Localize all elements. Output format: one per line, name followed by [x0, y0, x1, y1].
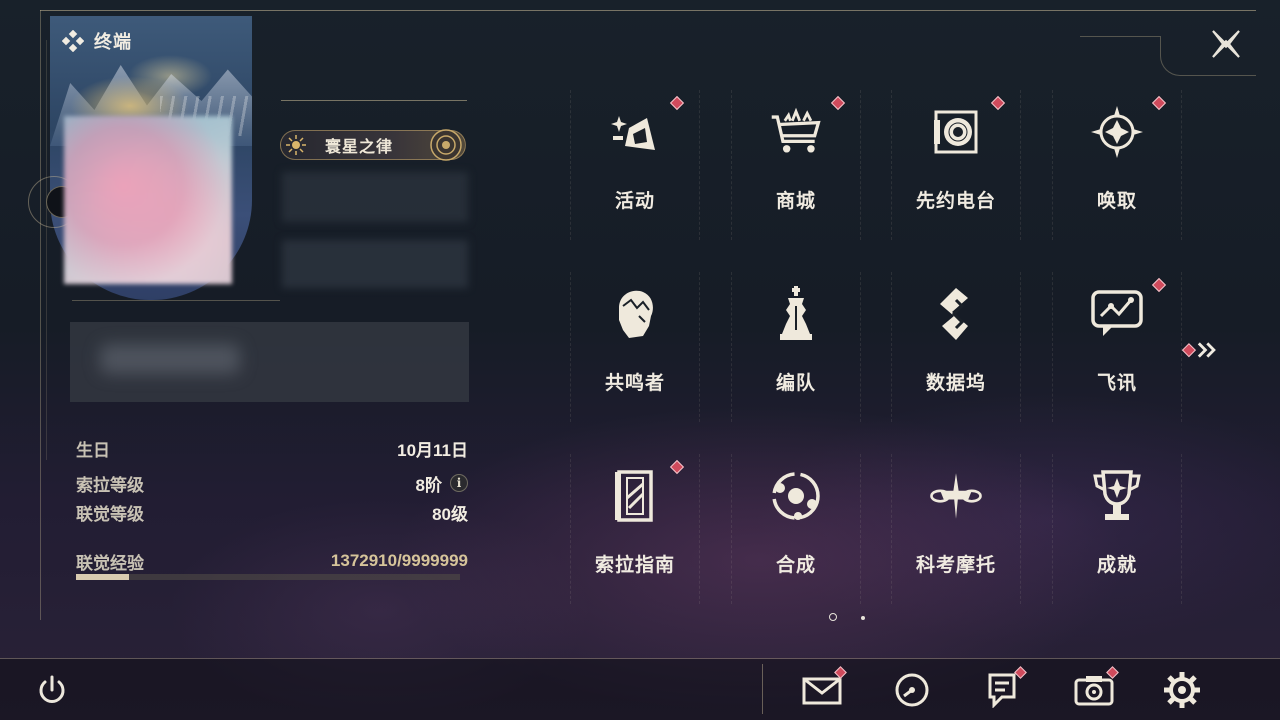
- terminal-diamond-icon: [62, 30, 84, 52]
- menu-tile-11[interactable]: 科考摩托: [891, 454, 1021, 604]
- tile-frame: [570, 454, 700, 604]
- power-icon: [39, 675, 65, 703]
- stat-value: 10月11日: [397, 440, 468, 460]
- menu-tile-4[interactable]: 唤取: [1052, 90, 1182, 240]
- stat-value: 80级: [432, 504, 468, 524]
- menu-tile-3[interactable]: 先约电台: [891, 90, 1021, 240]
- page-header: 终端: [62, 28, 132, 54]
- power-button[interactable]: [30, 668, 74, 712]
- double-chevron-right-icon: [1197, 342, 1216, 358]
- camera-button[interactable]: [1072, 666, 1119, 712]
- pager-dot[interactable]: [861, 616, 865, 620]
- exp-progress-bar: [76, 574, 460, 580]
- bottom-separator: [0, 658, 1280, 659]
- menu-tile-2[interactable]: 商城: [731, 90, 861, 240]
- menu-tile-7[interactable]: 数据坞: [891, 272, 1021, 422]
- camera-icon: [1074, 674, 1114, 706]
- divider: [281, 100, 467, 101]
- exp-progress-fill: [76, 574, 129, 580]
- clock-icon: [894, 672, 930, 708]
- tile-frame: [1052, 454, 1182, 604]
- stat-sola-level: 索拉等级 8阶 i: [76, 470, 468, 496]
- exp-value: 1372910/9999999: [330, 551, 468, 570]
- stat-label: 联觉经验: [76, 553, 144, 573]
- close-icon: [1212, 30, 1240, 58]
- title-badge[interactable]: 寰星之律: [280, 129, 466, 161]
- player-name-redacted: [282, 172, 468, 222]
- stat-value: 8阶: [415, 475, 442, 495]
- menu-tile-12[interactable]: 成就: [1052, 454, 1182, 604]
- tile-frame: [731, 454, 861, 604]
- pager-dot-active[interactable]: [829, 613, 837, 621]
- frame-line: [46, 40, 47, 460]
- stat-union-exp: 联觉经验 1372910/9999999: [76, 548, 468, 574]
- tile-frame: [891, 272, 1021, 422]
- mail-button[interactable]: [800, 666, 847, 712]
- title-badge-label: 寰星之律: [325, 139, 394, 156]
- page-title: 终端: [94, 32, 132, 52]
- player-uid-redacted: [282, 240, 468, 288]
- menu-tile-1[interactable]: 活动: [570, 90, 700, 240]
- menu-tile-10[interactable]: 合成: [731, 454, 861, 604]
- tile-frame: [1052, 90, 1182, 240]
- mail-icon: [802, 675, 842, 705]
- tile-frame: [1052, 272, 1182, 422]
- tile-frame: [570, 272, 700, 422]
- stat-label: 生日: [76, 440, 110, 460]
- stat-birthday: 生日 10月11日: [76, 435, 468, 461]
- tile-frame: [731, 272, 861, 422]
- gear-icon: [1163, 671, 1201, 709]
- menu-tile-8[interactable]: 飞讯: [1052, 272, 1182, 422]
- stat-label: 联觉等级: [76, 504, 144, 524]
- menu-tile-5[interactable]: 共鸣者: [570, 272, 700, 422]
- bottom-divider: [762, 664, 763, 714]
- notification-badge: [1181, 343, 1196, 357]
- clock-button[interactable]: [890, 668, 934, 712]
- sun-emblem-icon: [286, 135, 306, 155]
- signature-redacted[interactable]: [70, 322, 469, 402]
- notice-icon: [986, 672, 1018, 708]
- frame-line: [1080, 36, 1160, 37]
- frame-line: [40, 10, 1256, 11]
- frame-line: [40, 10, 41, 620]
- notice-button[interactable]: [980, 666, 1027, 712]
- tile-frame: [731, 90, 861, 240]
- info-icon[interactable]: i: [450, 474, 468, 492]
- settings-button[interactable]: [1160, 668, 1204, 712]
- next-page-button[interactable]: [1180, 338, 1220, 362]
- menu-tile-9[interactable]: 索拉指南: [570, 454, 700, 604]
- tile-frame: [570, 90, 700, 240]
- close-button[interactable]: [1206, 24, 1246, 64]
- stat-union-level: 联觉等级 80级: [76, 499, 468, 525]
- stat-label: 索拉等级: [76, 475, 144, 495]
- orbit-emblem-icon: [430, 129, 462, 161]
- tile-frame: [891, 454, 1021, 604]
- avatar[interactable]: [64, 116, 232, 284]
- tile-frame: [891, 90, 1021, 240]
- menu-tile-6[interactable]: 编队: [731, 272, 861, 422]
- divider: [72, 300, 280, 301]
